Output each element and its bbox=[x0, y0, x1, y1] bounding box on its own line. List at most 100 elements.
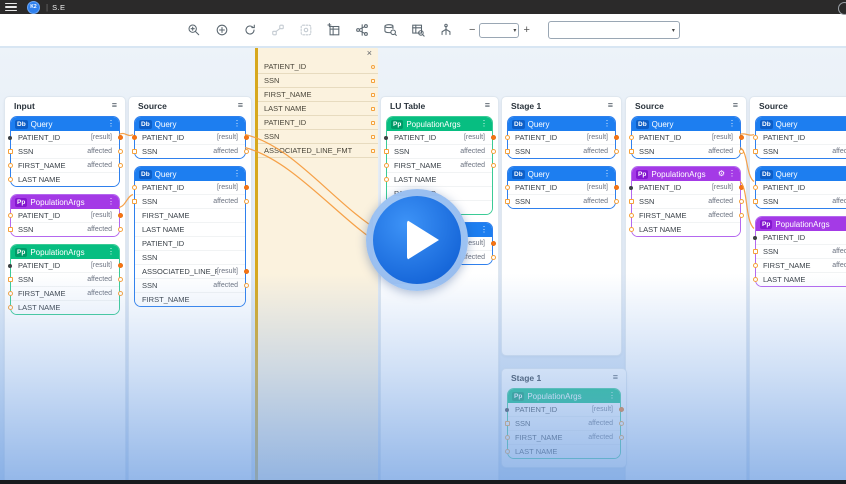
node-card-query[interactable]: DbQuery⋮PATIENT_IDSSNaffected bbox=[755, 116, 846, 159]
port-left-icon[interactable] bbox=[8, 177, 13, 182]
card-menu-icon[interactable]: ⋮ bbox=[107, 198, 115, 206]
port-left-icon[interactable] bbox=[505, 421, 510, 426]
card-menu-icon[interactable]: ⋮ bbox=[728, 120, 736, 128]
port-left-icon[interactable] bbox=[384, 177, 389, 182]
port-left-icon[interactable] bbox=[753, 185, 758, 190]
gear-icon[interactable]: ⚙ bbox=[718, 170, 725, 178]
expanded-field-row[interactable]: SSN bbox=[258, 74, 378, 88]
port-right-icon[interactable] bbox=[244, 149, 249, 154]
port-right-icon[interactable] bbox=[244, 199, 249, 204]
expanded-field-row[interactable]: SSN bbox=[258, 130, 378, 144]
field-row[interactable]: LAST NAME bbox=[632, 222, 740, 236]
node-card-query[interactable]: DbQuery⋮PATIENT_ID[result]SSNaffectedFIR… bbox=[134, 166, 246, 307]
port-right-icon[interactable] bbox=[491, 135, 496, 140]
port-right-icon[interactable] bbox=[614, 199, 619, 204]
zoom-in-icon[interactable] bbox=[186, 23, 201, 38]
field-row[interactable]: SSNaffected bbox=[135, 278, 245, 292]
port-left-icon[interactable] bbox=[132, 149, 137, 154]
port-right-icon[interactable] bbox=[244, 135, 249, 140]
port-left-icon[interactable] bbox=[629, 199, 634, 204]
card-header[interactable]: DbQuery⋮ bbox=[508, 117, 615, 131]
field-row[interactable]: FIRST_NAME bbox=[135, 208, 245, 222]
field-row[interactable]: FIRST_NAMEaffected bbox=[508, 430, 620, 444]
port-right-icon[interactable] bbox=[619, 435, 624, 440]
field-row[interactable]: PATIENT_ID bbox=[756, 131, 846, 144]
port-right-icon[interactable] bbox=[614, 185, 619, 190]
port-left-icon[interactable] bbox=[8, 163, 13, 168]
node-card-query[interactable]: DbQuery⋮PATIENT_ID[result]SSNaffectedFIR… bbox=[10, 116, 120, 187]
port-right-icon[interactable] bbox=[371, 79, 375, 83]
port-left-icon[interactable] bbox=[132, 185, 137, 190]
auto-arrange-icon[interactable] bbox=[354, 23, 369, 38]
field-row[interactable]: PATIENT_ID[result] bbox=[508, 131, 615, 144]
panel-menu-icon[interactable]: ≡ bbox=[608, 101, 613, 110]
node-card-populationargs[interactable]: PpPopulationArgs⋮PATIENT_ID[result]SSNaf… bbox=[10, 244, 120, 315]
impact-analysis-icon[interactable] bbox=[438, 23, 453, 38]
field-row[interactable]: LAST NAME bbox=[756, 272, 846, 286]
card-header[interactable]: PpPopulationArgs⚙⋮ bbox=[632, 167, 740, 181]
field-row[interactable]: SSNaffected bbox=[11, 272, 119, 286]
db-search-icon[interactable] bbox=[382, 23, 397, 38]
field-row[interactable]: SSNaffected bbox=[632, 194, 740, 208]
port-right-icon[interactable] bbox=[614, 135, 619, 140]
field-row[interactable]: SSNaffected bbox=[756, 144, 846, 158]
card-header[interactable]: PpPopulationArgs⋮ bbox=[11, 195, 119, 209]
zoom-level-select[interactable]: ▾ bbox=[479, 23, 519, 38]
field-row[interactable]: SSNaffected bbox=[632, 144, 740, 158]
port-right-icon[interactable] bbox=[739, 149, 744, 154]
card-menu-icon[interactable]: ⋮ bbox=[728, 170, 736, 178]
zoom-out-button[interactable]: − bbox=[469, 25, 475, 36]
card-menu-icon[interactable]: ⋮ bbox=[107, 248, 115, 256]
field-row[interactable]: SSNaffected bbox=[135, 144, 245, 158]
port-left-icon[interactable] bbox=[629, 135, 634, 140]
port-right-icon[interactable] bbox=[118, 227, 123, 232]
port-left-icon[interactable] bbox=[132, 199, 137, 204]
node-card-populationargs[interactable]: PpPopulationArgs⚙⋮PATIENT_ID[result]SSNa… bbox=[631, 166, 741, 237]
port-left-icon[interactable] bbox=[8, 227, 13, 232]
field-row[interactable]: PATIENT_ID bbox=[135, 236, 245, 250]
expanded-field-row[interactable]: LAST NAME bbox=[258, 102, 378, 116]
port-left-icon[interactable] bbox=[753, 199, 758, 204]
zoom-in-button[interactable]: + bbox=[523, 25, 529, 36]
panel-menu-icon[interactable]: ≡ bbox=[112, 101, 117, 110]
port-right-icon[interactable] bbox=[244, 283, 249, 288]
port-right-icon[interactable] bbox=[491, 241, 496, 246]
field-row[interactable]: PATIENT_ID bbox=[756, 181, 846, 194]
field-row[interactable]: PATIENT_ID[result] bbox=[632, 131, 740, 144]
field-row[interactable]: SSNaffected bbox=[135, 194, 245, 208]
port-right-icon[interactable] bbox=[491, 255, 496, 260]
entity-select[interactable]: ▾ bbox=[548, 21, 680, 39]
expanded-field-row[interactable]: PATIENT_ID bbox=[258, 60, 378, 74]
node-card-query[interactable]: DbQuery⋮PATIENT_ID[result]SSNaffected bbox=[134, 116, 246, 159]
port-left-icon[interactable] bbox=[753, 135, 758, 140]
port-right-icon[interactable] bbox=[118, 263, 123, 268]
card-header[interactable]: PpPopulationArgs⋮ bbox=[11, 245, 119, 259]
node-card-query[interactable]: DbQuery⋮PATIENT_IDSSNaffected bbox=[755, 166, 846, 209]
field-row[interactable]: PATIENT_ID[result] bbox=[11, 131, 119, 144]
port-right-icon[interactable] bbox=[739, 135, 744, 140]
port-right-icon[interactable] bbox=[739, 199, 744, 204]
field-row[interactable]: PATIENT_ID bbox=[756, 231, 846, 244]
card-menu-icon[interactable]: ⋮ bbox=[603, 120, 611, 128]
node-card-populationargs[interactable]: PpPopulationArgs⋮PATIENT_IDSSNaffectedFI… bbox=[755, 216, 846, 287]
port-left-icon[interactable] bbox=[384, 149, 389, 154]
card-header[interactable]: PpPopulationArgs⋮ bbox=[508, 389, 620, 403]
port-left-icon[interactable] bbox=[753, 277, 758, 282]
card-menu-icon[interactable]: ⋮ bbox=[107, 120, 115, 128]
node-card-query[interactable]: DbQuery⋮PATIENT_ID[result]SSNaffected bbox=[507, 116, 616, 159]
field-row[interactable]: SSNaffected bbox=[508, 144, 615, 158]
port-left-icon[interactable] bbox=[384, 136, 388, 140]
port-right-icon[interactable] bbox=[118, 277, 123, 282]
field-row[interactable]: PATIENT_ID[result] bbox=[508, 181, 615, 194]
port-right-icon[interactable] bbox=[371, 65, 375, 69]
node-card-populationargs[interactable]: PpPopulationArgs⋮PATIENT_ID[result]SSNaf… bbox=[507, 388, 621, 459]
port-left-icon[interactable] bbox=[629, 227, 634, 232]
port-right-icon[interactable] bbox=[619, 407, 624, 412]
port-left-icon[interactable] bbox=[753, 149, 758, 154]
port-right-icon[interactable] bbox=[491, 149, 496, 154]
field-row[interactable]: LAST NAME bbox=[11, 300, 119, 314]
field-row[interactable]: SSNaffected bbox=[756, 194, 846, 208]
card-header[interactable]: DbQuery⋮ bbox=[756, 167, 846, 181]
field-row[interactable]: FIRST_NAMEaffected bbox=[756, 258, 846, 272]
port-left-icon[interactable] bbox=[753, 263, 758, 268]
